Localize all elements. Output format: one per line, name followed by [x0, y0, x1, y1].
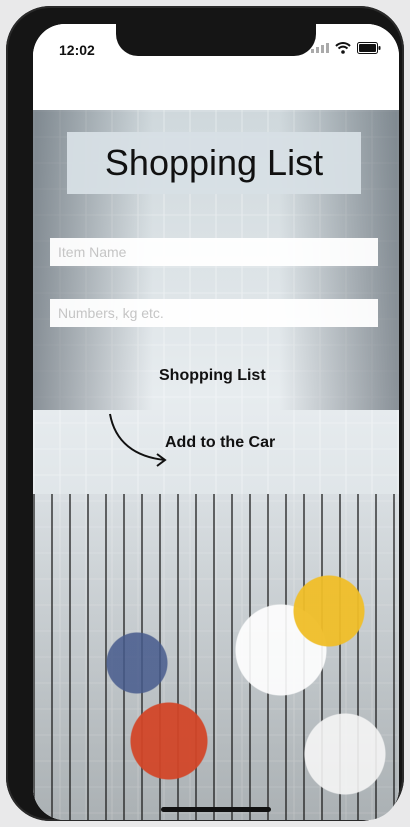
item-name-input[interactable]	[50, 238, 378, 266]
home-indicator[interactable]	[161, 807, 271, 812]
app-screen: 12:02 Shopping List Item Name Numbers, k…	[33, 24, 399, 820]
signal-icon	[311, 43, 329, 53]
wifi-icon	[335, 42, 351, 54]
battery-icon	[357, 42, 381, 54]
status-icons	[311, 42, 381, 54]
phone-frame: 12:02 Shopping List Item Name Numbers, k…	[6, 6, 404, 821]
quantity-input[interactable]	[50, 299, 378, 327]
shopping-list-button[interactable]: Shopping List	[159, 367, 266, 385]
add-to-cart-button[interactable]: Add to the Car	[165, 434, 275, 452]
notch	[116, 24, 316, 56]
status-time: 12:02	[59, 42, 95, 58]
page-title: Shopping List	[67, 132, 361, 194]
cart-items-image	[73, 559, 393, 819]
